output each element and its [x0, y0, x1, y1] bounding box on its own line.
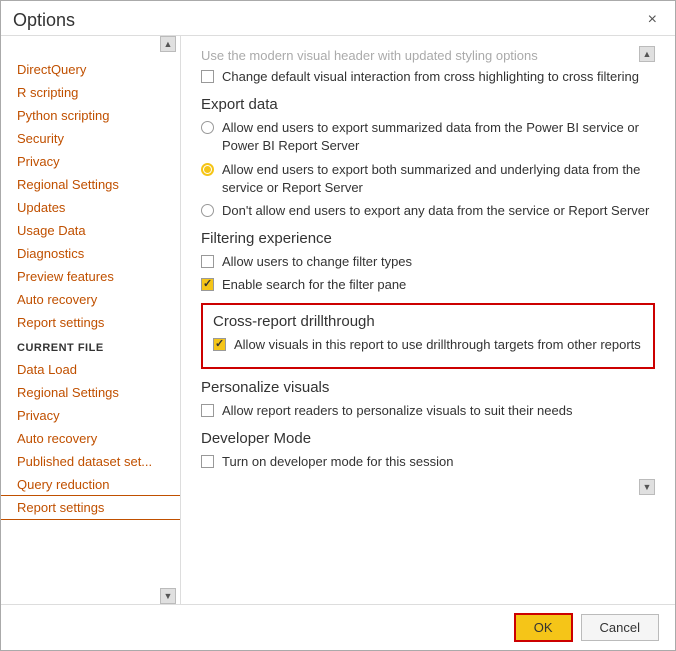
enable-search-filter-label: Enable search for the filter pane	[222, 276, 406, 294]
cross-report-title: Cross-report drillthrough	[213, 313, 643, 330]
sidebar-item-report-settings-global[interactable]: Report settings	[1, 311, 180, 334]
sidebar-item-usage-data[interactable]: Usage Data	[1, 219, 180, 242]
close-button[interactable]: ×	[642, 9, 663, 31]
change-default-interaction-row: Change default visual interaction from c…	[201, 68, 655, 86]
developer-mode-title: Developer Mode	[201, 430, 655, 447]
export-both-label: Allow end users to export both summarize…	[222, 161, 655, 197]
sidebar-item-python-scripting[interactable]: Python scripting	[1, 104, 180, 127]
dialog-title: Options	[13, 10, 75, 31]
cancel-button[interactable]: Cancel	[581, 614, 659, 641]
change-default-interaction-checkbox[interactable]	[201, 70, 214, 83]
sidebar-item-data-load[interactable]: Data Load	[1, 358, 180, 381]
sidebar-global-section: DirectQuery R scripting Python scripting…	[1, 42, 180, 334]
allow-drillthrough-checkbox[interactable]	[213, 338, 226, 351]
dialog-body: ▲ DirectQuery R scripting Python scripti…	[1, 35, 675, 604]
sidebar-item-directquery[interactable]: DirectQuery	[1, 58, 180, 81]
filtering-experience-title: Filtering experience	[201, 230, 655, 247]
allow-personalize-label: Allow report readers to personalize visu…	[222, 402, 572, 420]
options-dialog: Options × ▲ DirectQuery R scripting Pyth…	[0, 0, 676, 651]
developer-mode-label: Turn on developer mode for this session	[222, 453, 453, 471]
export-data-title: Export data	[201, 96, 655, 113]
dialog-footer: OK Cancel	[1, 604, 675, 650]
enable-search-filter-checkbox[interactable]	[201, 278, 214, 291]
ok-button[interactable]: OK	[514, 613, 573, 642]
sidebar-item-r-scripting[interactable]: R scripting	[1, 81, 180, 104]
sidebar-scroll-down-button[interactable]: ▼	[160, 588, 176, 604]
export-none-row: Don't allow end users to export any data…	[201, 202, 655, 220]
sidebar-item-privacy[interactable]: Privacy	[1, 150, 180, 173]
sidebar-item-regional-settings-file[interactable]: Regional Settings	[1, 381, 180, 404]
main-content: ▲ Use the modern visual header with upda…	[181, 36, 675, 604]
faded-top-text: Use the modern visual header with update…	[201, 48, 655, 63]
enable-search-filter-row: Enable search for the filter pane	[201, 276, 655, 294]
export-summarized-radio[interactable]	[201, 121, 214, 134]
main-scroll-up-button[interactable]: ▲	[639, 46, 655, 62]
allow-personalize-row: Allow report readers to personalize visu…	[201, 402, 655, 420]
change-filter-types-label: Allow users to change filter types	[222, 253, 412, 271]
export-both-radio[interactable]	[201, 163, 214, 176]
change-filter-types-checkbox[interactable]	[201, 255, 214, 268]
sidebar-item-diagnostics[interactable]: Diagnostics	[1, 242, 180, 265]
sidebar-item-auto-recovery-file[interactable]: Auto recovery	[1, 427, 180, 450]
export-none-label: Don't allow end users to export any data…	[222, 202, 649, 220]
sidebar-item-updates[interactable]: Updates	[1, 196, 180, 219]
sidebar-item-security[interactable]: Security	[1, 127, 180, 150]
sidebar-item-query-reduction[interactable]: Query reduction	[1, 473, 180, 496]
export-both-row: Allow end users to export both summarize…	[201, 161, 655, 197]
export-summarized-row: Allow end users to export summarized dat…	[201, 119, 655, 155]
current-file-header: CURRENT FILE	[1, 334, 180, 358]
developer-mode-row: Turn on developer mode for this session	[201, 453, 655, 471]
sidebar-item-preview-features[interactable]: Preview features	[1, 265, 180, 288]
allow-drillthrough-label: Allow visuals in this report to use dril…	[234, 336, 641, 354]
allow-drillthrough-row: Allow visuals in this report to use dril…	[213, 336, 643, 354]
sidebar-item-regional-settings[interactable]: Regional Settings	[1, 173, 180, 196]
export-none-radio[interactable]	[201, 204, 214, 217]
sidebar-scroll-up-button[interactable]: ▲	[160, 36, 176, 52]
sidebar-current-file-section: CURRENT FILE Data Load Regional Settings…	[1, 334, 180, 519]
export-summarized-label: Allow end users to export summarized dat…	[222, 119, 655, 155]
dialog-titlebar: Options ×	[1, 1, 675, 35]
change-default-interaction-label: Change default visual interaction from c…	[222, 68, 639, 86]
sidebar: ▲ DirectQuery R scripting Python scripti…	[1, 36, 181, 604]
allow-personalize-checkbox[interactable]	[201, 404, 214, 417]
personalize-visuals-title: Personalize visuals	[201, 379, 655, 396]
cross-report-section: Cross-report drillthrough Allow visuals …	[201, 303, 655, 369]
developer-mode-checkbox[interactable]	[201, 455, 214, 468]
sidebar-item-auto-recovery[interactable]: Auto recovery	[1, 288, 180, 311]
sidebar-item-published-dataset[interactable]: Published dataset set...	[1, 450, 180, 473]
main-scroll-down-button[interactable]: ▼	[639, 479, 655, 495]
sidebar-item-report-settings-file[interactable]: Report settings	[1, 496, 180, 519]
sidebar-item-privacy-file[interactable]: Privacy	[1, 404, 180, 427]
change-filter-types-row: Allow users to change filter types	[201, 253, 655, 271]
